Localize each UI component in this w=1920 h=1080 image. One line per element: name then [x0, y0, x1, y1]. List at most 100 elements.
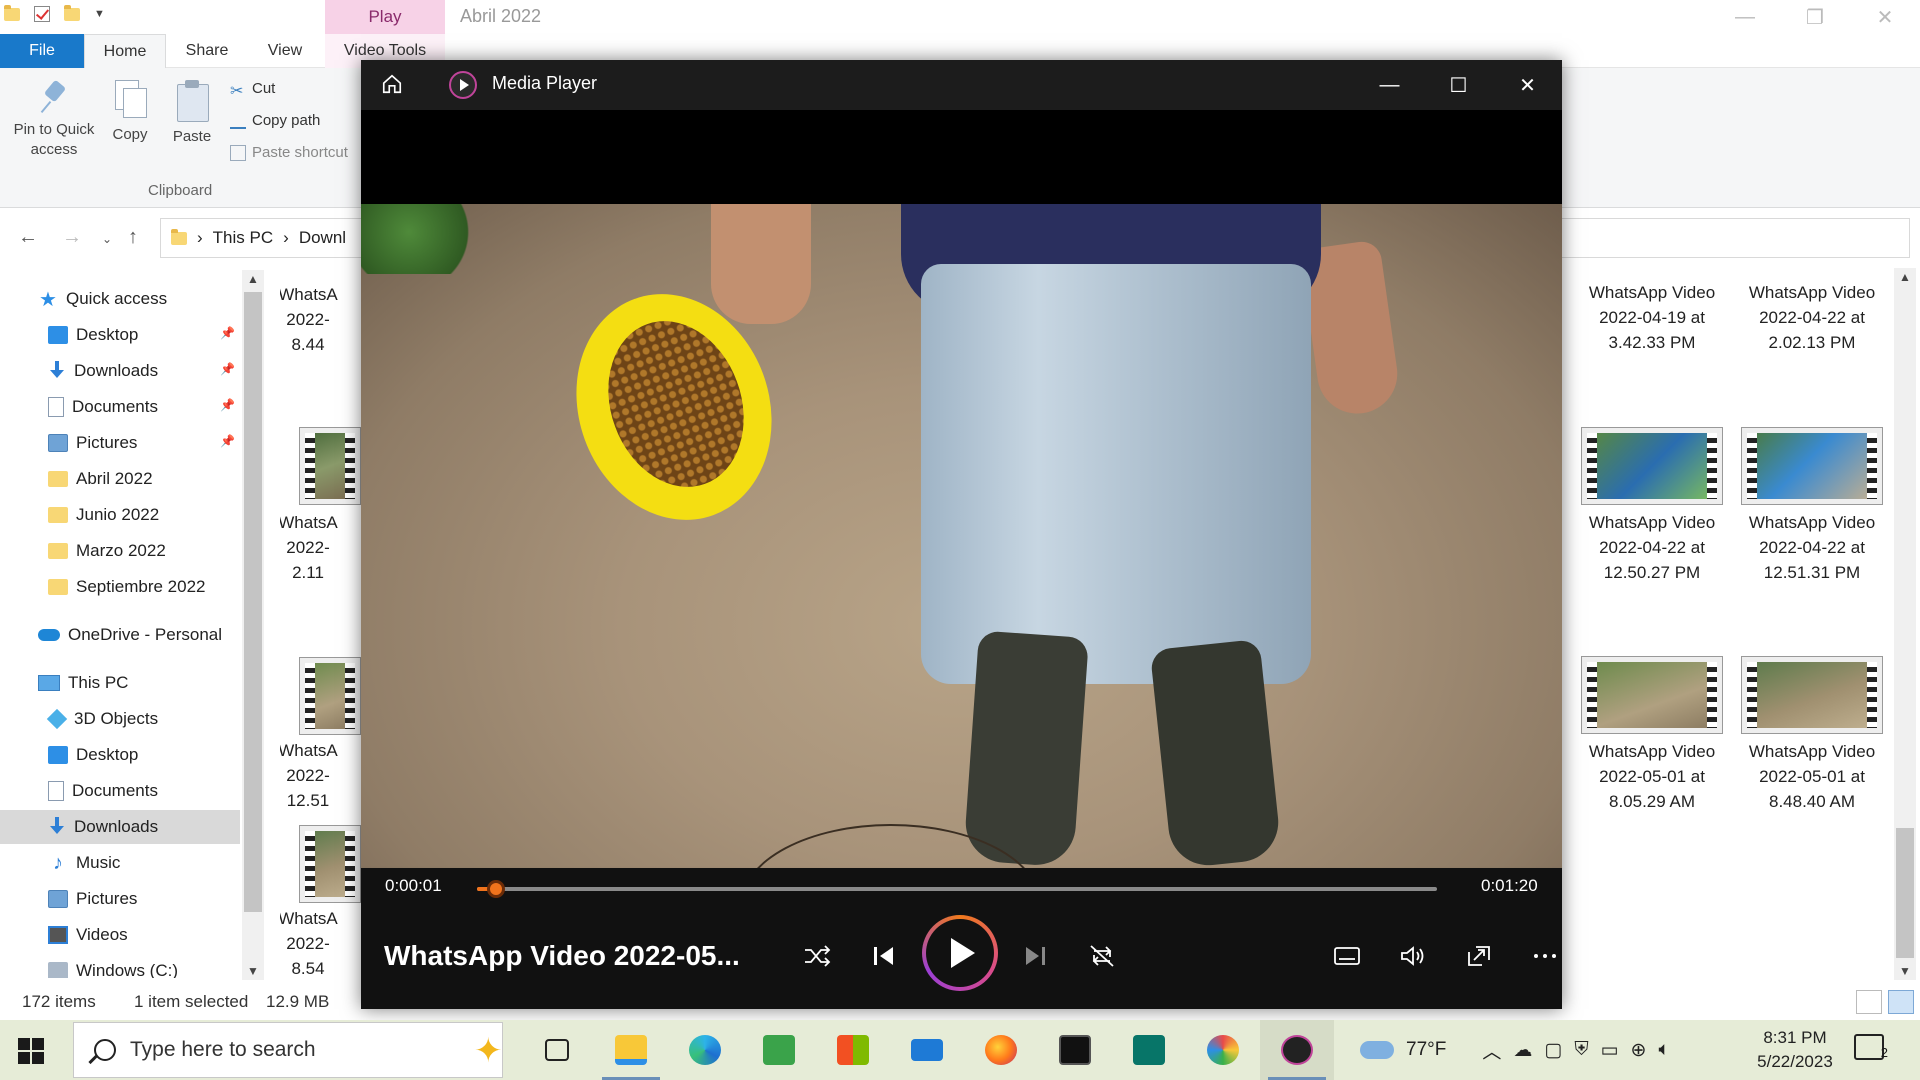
- file-item[interactable]: WhatsApp Video 2022-04-22 at 2.02.13 PM: [1732, 280, 1892, 355]
- large-icons-view-icon[interactable]: [1888, 990, 1914, 1014]
- paste-shortcut-button[interactable]: Paste shortcut: [230, 144, 348, 161]
- maximize-button[interactable]: ☐: [1424, 60, 1493, 110]
- publisher-taskbar-button[interactable]: [1112, 1020, 1186, 1080]
- sidebar-item-onedrive[interactable]: OneDrive - Personal: [38, 618, 222, 652]
- sidebar-item-downloads[interactable]: Downloads: [48, 354, 158, 388]
- file-item[interactable]: WhatsA 2022- 2.11: [280, 510, 348, 585]
- file-item[interactable]: WhatsA 2022- 8.54: [280, 906, 348, 978]
- tab-file[interactable]: File: [0, 34, 84, 68]
- sidebar-item-abril-2022[interactable]: Abril 2022: [48, 462, 153, 496]
- sidebar-item-pictures-pc[interactable]: Pictures: [48, 882, 137, 916]
- sidebar-item-junio-2022[interactable]: Junio 2022: [48, 498, 159, 532]
- video-frame[interactable]: [361, 204, 1562, 906]
- onedrive-icon[interactable]: ☁: [1513, 1039, 1532, 1062]
- close-button[interactable]: ✕: [1493, 60, 1562, 110]
- media-player-taskbar-button[interactable]: [1260, 1020, 1334, 1080]
- sidebar-item-marzo-2022[interactable]: Marzo 2022: [48, 534, 166, 568]
- task-view-button[interactable]: [520, 1020, 594, 1080]
- scrollbar-thumb[interactable]: [244, 292, 262, 912]
- speaker-icon[interactable]: 🔈︎: [1658, 1039, 1669, 1061]
- sidebar-item-music[interactable]: ♪ Music: [48, 846, 120, 880]
- recent-locations-icon[interactable]: ⌄: [102, 232, 112, 246]
- file-item[interactable]: WhatsApp Video 2022-04-22 at 12.51.31 PM: [1732, 427, 1892, 585]
- file-list-scrollbar[interactable]: ▲ ▼: [1894, 268, 1916, 980]
- scroll-down-icon[interactable]: ▼: [247, 964, 259, 978]
- sidebar-item-documents[interactable]: Documents: [48, 390, 158, 424]
- more-options-button[interactable]: [1527, 938, 1563, 974]
- navigation-scrollbar[interactable]: ▲ ▼: [242, 270, 264, 980]
- captions-button[interactable]: [1329, 938, 1365, 974]
- paste-button[interactable]: Paste: [168, 80, 216, 145]
- weather-temperature[interactable]: 77°F: [1406, 1039, 1446, 1061]
- file-item[interactable]: WhatsApp Video 2022-05-01 at 8.48.40 AM: [1732, 656, 1892, 814]
- paint-taskbar-button[interactable]: [1186, 1020, 1260, 1080]
- firefox-taskbar-button[interactable]: [964, 1020, 1038, 1080]
- copy-path-button[interactable]: Copy path: [230, 112, 320, 129]
- pin-to-quick-access-button[interactable]: Pin to Quick access: [6, 80, 102, 160]
- windows-start-button[interactable]: [18, 1038, 44, 1064]
- network-globe-icon[interactable]: ⊕: [1631, 1039, 1647, 1062]
- properties-icon[interactable]: [34, 6, 50, 22]
- cloud-weather-icon[interactable]: [1360, 1041, 1394, 1059]
- terminal-taskbar-button[interactable]: [1038, 1020, 1112, 1080]
- file-item[interactable]: WhatsA 2022- 8.44: [280, 282, 348, 357]
- file-item[interactable]: WhatsApp Video 2022-04-19 at 3.42.33 PM: [1572, 280, 1732, 355]
- scroll-down-icon[interactable]: ▼: [1899, 964, 1911, 978]
- play-button[interactable]: [922, 915, 998, 991]
- scroll-up-icon[interactable]: ▲: [1899, 270, 1911, 284]
- sidebar-item-3d-objects[interactable]: 3D Objects: [46, 702, 158, 736]
- file-item[interactable]: WhatsApp Video 2022-05-01 at 8.05.29 AM: [1572, 656, 1732, 814]
- mini-player-button[interactable]: [1461, 938, 1497, 974]
- chevron-down-icon[interactable]: ▼: [94, 8, 105, 20]
- repeat-button[interactable]: [1084, 938, 1120, 974]
- sidebar-item-quick-access[interactable]: ★ Quick access: [38, 282, 167, 316]
- edge-taskbar-button[interactable]: [668, 1020, 742, 1080]
- sidebar-item-this-pc[interactable]: This PC: [38, 666, 128, 700]
- clock[interactable]: 8:31 PM 5/22/2023: [1740, 1026, 1850, 1074]
- sidebar-item-windows-c[interactable]: Windows (C:): [48, 954, 178, 978]
- sidebar-item-desktop[interactable]: Desktop: [48, 318, 138, 352]
- tab-view[interactable]: View: [248, 34, 322, 68]
- chevron-up-icon[interactable]: ︿: [1482, 1037, 1501, 1064]
- up-arrow-icon[interactable]: ↑: [128, 226, 138, 249]
- breadcrumb-downloads[interactable]: Downl: [299, 228, 346, 248]
- restore-button[interactable]: ❐: [1780, 0, 1850, 34]
- sidebar-item-documents-pc[interactable]: Documents: [48, 774, 158, 808]
- details-view-icon[interactable]: [1856, 990, 1882, 1014]
- taskbar-search-box[interactable]: Type here to search ✦: [73, 1022, 503, 1078]
- home-icon[interactable]: [381, 73, 403, 95]
- shuffle-button[interactable]: [799, 938, 835, 974]
- tab-share[interactable]: Share: [166, 34, 248, 68]
- tab-home[interactable]: Home: [84, 34, 166, 68]
- game-app-taskbar-button[interactable]: [742, 1020, 816, 1080]
- minimize-button[interactable]: —: [1710, 0, 1780, 34]
- scrollbar-thumb[interactable]: [1896, 828, 1914, 958]
- file-item[interactable]: WhatsA 2022- 12.51: [280, 738, 348, 813]
- mail-taskbar-button[interactable]: [890, 1020, 964, 1080]
- battery-icon[interactable]: ▭: [1601, 1039, 1619, 1062]
- cut-button[interactable]: ✂ Cut: [230, 80, 275, 100]
- sidebar-item-videos[interactable]: Videos: [48, 918, 128, 952]
- sidebar-item-pictures[interactable]: Pictures: [48, 426, 137, 460]
- notification-center-button[interactable]: 2: [1854, 1034, 1888, 1060]
- volume-button[interactable]: [1395, 938, 1431, 974]
- seek-bar[interactable]: [477, 880, 1437, 898]
- forward-arrow-icon[interactable]: →: [62, 226, 82, 249]
- new-folder-icon[interactable]: [64, 4, 80, 21]
- breadcrumb-this-pc[interactable]: This PC: [213, 228, 273, 248]
- security-icon[interactable]: ⛨: [1574, 1039, 1588, 1061]
- scroll-up-icon[interactable]: ▲: [247, 272, 259, 286]
- next-button[interactable]: [1017, 938, 1053, 974]
- minimize-button[interactable]: —: [1355, 60, 1424, 110]
- file-item[interactable]: WhatsApp Video 2022-04-22 at 12.50.27 PM: [1572, 427, 1732, 585]
- back-arrow-icon[interactable]: ←: [18, 226, 38, 249]
- close-button[interactable]: ✕: [1850, 0, 1920, 34]
- file-explorer-taskbar-button[interactable]: [594, 1020, 668, 1080]
- copy-button[interactable]: Copy: [106, 80, 154, 143]
- device-icon[interactable]: ▢: [1544, 1039, 1562, 1062]
- sidebar-item-septiembre-2022[interactable]: Septiembre 2022: [48, 570, 205, 604]
- previous-button[interactable]: [866, 938, 902, 974]
- sidebar-item-downloads-pc[interactable]: Downloads: [0, 810, 240, 844]
- store-taskbar-button[interactable]: [816, 1020, 890, 1080]
- sidebar-item-desktop-pc[interactable]: Desktop: [48, 738, 138, 772]
